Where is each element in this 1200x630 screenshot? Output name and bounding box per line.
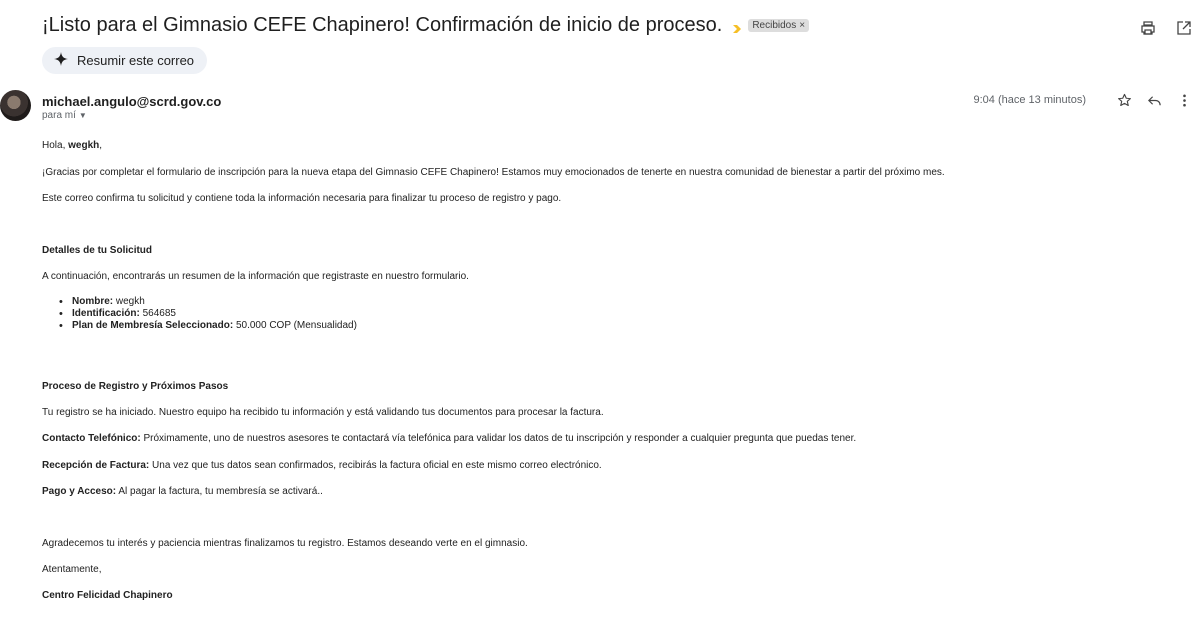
thanks-paragraph: ¡Gracias por completar el formulario de … <box>42 167 945 178</box>
invoice-text: Una vez que tus datos sean confirmados, … <box>149 460 602 471</box>
label-text: Recibidos <box>752 20 797 31</box>
list-item: Nombre: wegkh <box>58 296 357 308</box>
list-item: Identificación: 564685 <box>58 308 357 320</box>
contact-paragraph: Contacto Telefónico: Próximamente, uno d… <box>42 433 856 445</box>
reply-icon[interactable] <box>1146 92 1162 108</box>
detail-value: wegkh <box>113 296 145 307</box>
summary-paragraph: A continuación, encontrarás un resumen d… <box>42 271 469 282</box>
star-icon[interactable] <box>1116 92 1132 108</box>
process-heading: Proceso de Registro y Próximos Pasos <box>42 381 229 392</box>
contact-label: Contacto Telefónico: <box>42 433 141 444</box>
sparkle-icon <box>54 52 68 69</box>
importance-marker-icon[interactable] <box>732 21 742 33</box>
chevron-down-icon[interactable]: ▼ <box>79 111 87 120</box>
recipient-label: para mí <box>42 110 76 121</box>
contact-text: Próximamente, uno de nuestros asesores t… <box>140 433 857 444</box>
summarize-email-button[interactable]: Resumir este correo <box>42 47 208 74</box>
open-in-new-window-icon[interactable] <box>1176 20 1192 41</box>
invoice-label: Recepción de Factura: <box>42 460 150 471</box>
greeting-name: wegkh <box>68 140 100 151</box>
more-vertical-icon[interactable] <box>1176 92 1192 108</box>
detail-label: Nombre: <box>72 296 114 307</box>
payment-label: Pago y Acceso: <box>42 486 117 497</box>
closing: Atentamente, <box>42 564 102 575</box>
email-subject: ¡Listo para el Gimnasio CEFE Chapinero! … <box>42 14 723 36</box>
inbox-label-chip[interactable]: Recibidos × <box>748 19 810 32</box>
detail-label: Identificación: <box>72 308 140 319</box>
closing-thanks-paragraph: Agradecemos tu interés y paciencia mient… <box>42 538 528 549</box>
detail-value: 50.000 COP (Mensualidad) <box>233 320 357 331</box>
detail-value: 564685 <box>139 308 176 319</box>
details-list: Nombre: wegkh Identificación: 564685 Pla… <box>58 296 357 332</box>
message-meta: 9:04 (hace 13 minutos) <box>973 92 1192 108</box>
recipient-details[interactable]: para mí ▼ <box>42 110 87 121</box>
payment-paragraph: Pago y Acceso: Al pagar la factura, tu m… <box>42 486 323 498</box>
list-item: Plan de Membresía Seleccionado: 50.000 C… <box>58 320 357 332</box>
print-icon[interactable] <box>1140 20 1156 41</box>
sender-email[interactable]: michael.angulo@scrd.gov.co <box>42 94 221 109</box>
summarize-label: Resumir este correo <box>77 53 195 68</box>
greeting-suffix: , <box>99 140 103 151</box>
greeting-prefix: Hola, <box>42 140 69 151</box>
detail-label: Plan de Membresía Seleccionado: <box>72 320 234 331</box>
sender-avatar[interactable] <box>0 90 31 121</box>
top-actions <box>1140 20 1192 41</box>
timestamp: 9:04 (hace 13 minutos) <box>973 94 1086 106</box>
subject-row: ¡Listo para el Gimnasio CEFE Chapinero! … <box>42 14 810 37</box>
greeting: Hola, wegkh, <box>42 140 102 152</box>
confirm-paragraph: Este correo confirma tu solicitud y cont… <box>42 193 562 204</box>
remove-label-button[interactable]: × <box>799 20 805 31</box>
details-heading: Detalles de tu Solicitud <box>42 245 153 256</box>
invoice-paragraph: Recepción de Factura: Una vez que tus da… <box>42 460 602 472</box>
signature: Centro Felicidad Chapinero <box>42 590 173 601</box>
payment-text: Al pagar la factura, tu membresía se act… <box>116 486 323 497</box>
started-paragraph: Tu registro se ha iniciado. Nuestro equi… <box>42 407 604 418</box>
